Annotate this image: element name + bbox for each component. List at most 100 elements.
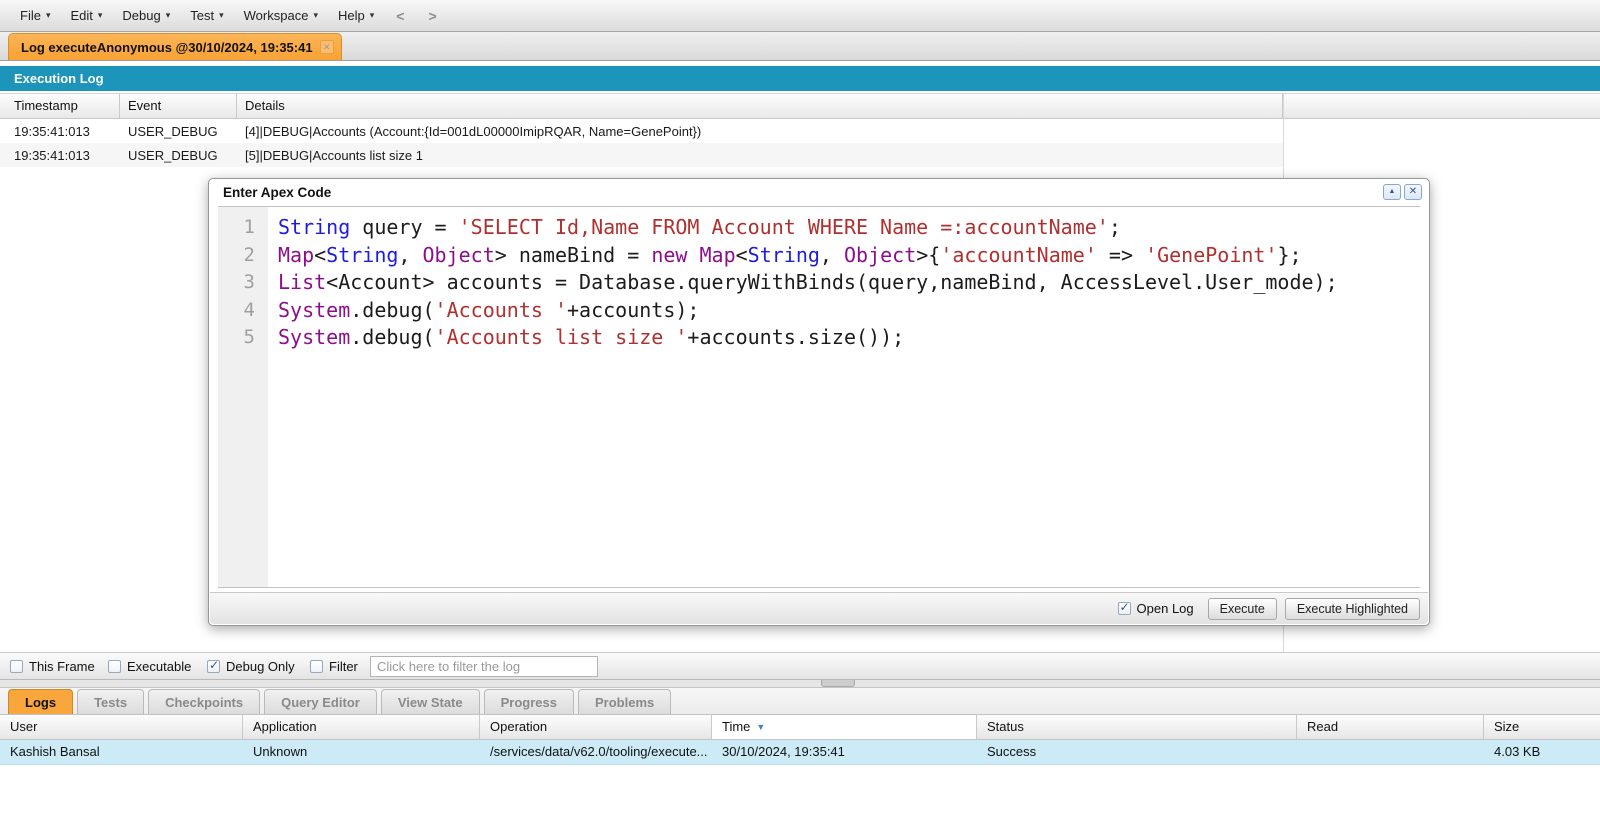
menu-item-edit[interactable]: Edit ▾ bbox=[60, 4, 112, 27]
column-header-label: Status bbox=[987, 719, 1024, 734]
column-header-read[interactable]: Read bbox=[1297, 715, 1484, 739]
tab-progress[interactable]: Progress bbox=[483, 689, 574, 714]
cell-timestamp: 19:35:41:013 bbox=[14, 123, 90, 139]
checkbox-label: Filter bbox=[329, 658, 358, 674]
menu-item-help[interactable]: Help ▾ bbox=[328, 4, 384, 27]
checkbox-icon: ✓ bbox=[207, 658, 220, 673]
menu-item-workspace[interactable]: Workspace ▾ bbox=[234, 4, 328, 27]
code-line: Map<String, Object> nameBind = new Map<S… bbox=[278, 242, 1420, 270]
filter-checkbox-this-frame[interactable]: This Frame bbox=[10, 653, 95, 679]
column-header-event[interactable]: Event bbox=[120, 94, 237, 118]
code-token: System bbox=[278, 297, 351, 322]
menu-item-file[interactable]: File ▾ bbox=[10, 4, 60, 27]
collapse-icon[interactable]: ▲ bbox=[1383, 184, 1401, 200]
column-header-label: Read bbox=[1307, 719, 1339, 734]
code-token: 'GenePoint' bbox=[1145, 242, 1278, 267]
checkbox-label: Debug Only bbox=[226, 658, 295, 674]
bottom-tab-strip: Logs Tests Checkpoints Query Editor View Sta… bbox=[0, 688, 1600, 714]
code-token: String bbox=[278, 215, 351, 239]
open-log-checkbox[interactable]: ✓ Open Log bbox=[1117, 600, 1194, 616]
menu-item-label: Test bbox=[190, 8, 215, 23]
filter-checkbox-debug-only[interactable]: ✓ Debug Only bbox=[207, 653, 295, 679]
cell-status: Success bbox=[987, 744, 1037, 759]
code-token: Map bbox=[699, 242, 736, 267]
code-token: .debug( bbox=[350, 297, 435, 322]
menu-item-test[interactable]: Test ▾ bbox=[180, 4, 233, 27]
menu-item-label: Edit bbox=[70, 8, 93, 23]
log-tab[interactable]: Log executeAnonymous @30/10/2024, 19:35:… bbox=[8, 33, 342, 60]
check-icon: ✓ bbox=[1119, 600, 1130, 614]
column-header-size[interactable]: Size bbox=[1484, 715, 1600, 739]
tab-logs[interactable]: Logs bbox=[8, 689, 74, 714]
execute-button[interactable]: Execute bbox=[1207, 597, 1277, 620]
chevron-down-icon: ▾ bbox=[219, 10, 224, 20]
tab-checkpoints[interactable]: Checkpoints bbox=[148, 689, 261, 714]
code-token: , bbox=[819, 242, 844, 267]
logs-table-header: User Application Operation Time ▼ Status Read S… bbox=[0, 714, 1600, 740]
chevron-down-icon: ▾ bbox=[369, 10, 375, 20]
sort-desc-icon: ▼ bbox=[756, 722, 766, 732]
column-header-label: Time bbox=[722, 719, 751, 734]
cell-details: [5]|DEBUG|Accounts list size 1 bbox=[245, 147, 423, 163]
code-token: 'Accounts ' bbox=[434, 297, 567, 322]
code-line: System.debug('Accounts '+accounts); bbox=[278, 297, 1420, 325]
checkbox-icon bbox=[10, 659, 23, 673]
close-icon[interactable]: ✕ bbox=[1404, 184, 1422, 200]
execution-log-title: Execution Log bbox=[14, 71, 104, 86]
menu-bar: File ▾ Edit ▾ Debug ▾ Test ▾ Workspace ▾ Help ▾ < > bbox=[0, 0, 1600, 32]
filter-checkbox-executable[interactable]: Executable bbox=[108, 653, 191, 679]
menu-item-debug[interactable]: Debug ▾ bbox=[112, 4, 180, 27]
execute-highlighted-button[interactable]: Execute Highlighted bbox=[1284, 597, 1420, 620]
code-token: +accounts.size()); bbox=[687, 325, 905, 349]
code-token: Map bbox=[278, 242, 315, 267]
code-token: ; bbox=[1108, 215, 1121, 239]
code-area[interactable]: String query = 'SELECT Id,Name FROM Acco… bbox=[268, 207, 1420, 587]
column-header-label: User bbox=[10, 719, 38, 734]
column-header-timestamp[interactable]: Timestamp bbox=[0, 94, 120, 118]
open-log-label: Open Log bbox=[1136, 601, 1194, 616]
checkbox-label: This Frame bbox=[29, 658, 95, 674]
code-token: , bbox=[398, 242, 423, 267]
execution-log-rows: 19:35:41:013 USER_DEBUG [4]|DEBUG|Accounts… bbox=[0, 119, 1283, 167]
column-header-label: Application bbox=[253, 719, 317, 734]
tab-tests[interactable]: Tests bbox=[77, 689, 145, 714]
chevron-down-icon: ▾ bbox=[45, 10, 51, 20]
code-token: <Account> accounts = Database.queryWithB… bbox=[326, 270, 1338, 294]
cell-event: USER_DEBUG bbox=[128, 147, 218, 163]
code-token: 'SELECT Id,Name FROM Account WHERE Name … bbox=[458, 215, 1109, 239]
filter-checkbox-filter[interactable]: Filter bbox=[310, 653, 358, 679]
close-icon[interactable]: ✕ bbox=[319, 40, 334, 54]
column-header-details[interactable]: Details bbox=[237, 94, 1283, 118]
line-number: 3 bbox=[243, 271, 255, 293]
column-header-status[interactable]: Status bbox=[977, 715, 1297, 739]
logs-table-row[interactable]: Kashish Bansal Unknown/services/data/v62.… bbox=[0, 740, 1600, 765]
code-token: >{ bbox=[916, 242, 941, 267]
cell-read bbox=[1297, 740, 1484, 764]
column-header-label: Size bbox=[1494, 719, 1520, 734]
column-header-time[interactable]: Time ▼ bbox=[712, 715, 977, 739]
menu-item-label: Debug bbox=[122, 8, 161, 23]
tab-problems[interactable]: Problems bbox=[578, 689, 672, 714]
dialog-title: Enter Apex Code bbox=[223, 185, 332, 200]
execution-log-row[interactable]: 19:35:41:013 USER_DEBUG [5]|DEBUG|Accounts… bbox=[0, 143, 1283, 167]
chevron-down-icon: ▾ bbox=[165, 10, 171, 20]
cell-user: Kashish Bansal bbox=[10, 744, 100, 759]
code-token: < bbox=[314, 242, 327, 267]
nav-back-icon[interactable]: < bbox=[384, 6, 416, 26]
tab-query-editor[interactable]: Query Editor bbox=[264, 689, 377, 714]
tab-view-state[interactable]: View State bbox=[380, 689, 480, 714]
nav-forward-icon[interactable]: > bbox=[416, 6, 448, 26]
column-header-application[interactable]: Application bbox=[243, 715, 480, 739]
column-header-user[interactable]: User bbox=[0, 715, 243, 739]
execution-log-header: Execution Log bbox=[0, 66, 1600, 91]
checkbox-icon bbox=[310, 659, 323, 673]
splitter-handle[interactable] bbox=[821, 680, 855, 687]
cell-timestamp: 19:35:41:013 bbox=[14, 147, 90, 163]
execution-log-row[interactable]: 19:35:41:013 USER_DEBUG [4]|DEBUG|Accounts… bbox=[0, 119, 1283, 143]
checkbox-label: Executable bbox=[127, 658, 192, 674]
column-header-operation[interactable]: Operation bbox=[480, 715, 712, 739]
panel-splitter bbox=[0, 680, 1600, 688]
filter-input[interactable] bbox=[370, 656, 598, 677]
checkbox-icon: ✓ bbox=[1117, 600, 1131, 615]
